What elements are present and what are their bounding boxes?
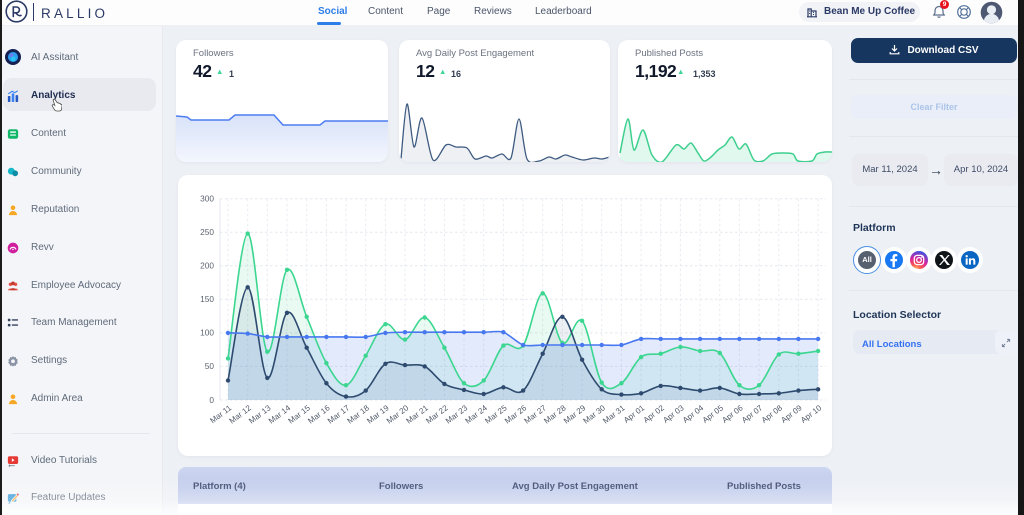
svg-text:50: 50 (205, 361, 215, 371)
svg-text:Apr 09: Apr 09 (779, 403, 804, 425)
svg-text:Apr 08: Apr 08 (760, 403, 785, 425)
svg-text:Apr 05: Apr 05 (701, 403, 726, 425)
svg-text:Mar 31: Mar 31 (601, 403, 627, 426)
svg-text:300: 300 (200, 194, 214, 204)
svg-text:Apr 01: Apr 01 (622, 403, 647, 425)
svg-text:150: 150 (200, 294, 214, 304)
svg-text:Apr 10: Apr 10 (799, 403, 824, 425)
svg-text:Apr 07: Apr 07 (740, 403, 765, 425)
svg-text:200: 200 (200, 261, 214, 271)
svg-text:Apr 03: Apr 03 (661, 403, 686, 425)
svg-text:Apr 06: Apr 06 (720, 403, 745, 425)
svg-text:100: 100 (200, 328, 214, 338)
svg-text:Apr 02: Apr 02 (642, 403, 667, 425)
svg-text:250: 250 (200, 227, 214, 237)
svg-text:Apr 04: Apr 04 (681, 403, 706, 425)
svg-text:0: 0 (209, 395, 214, 405)
